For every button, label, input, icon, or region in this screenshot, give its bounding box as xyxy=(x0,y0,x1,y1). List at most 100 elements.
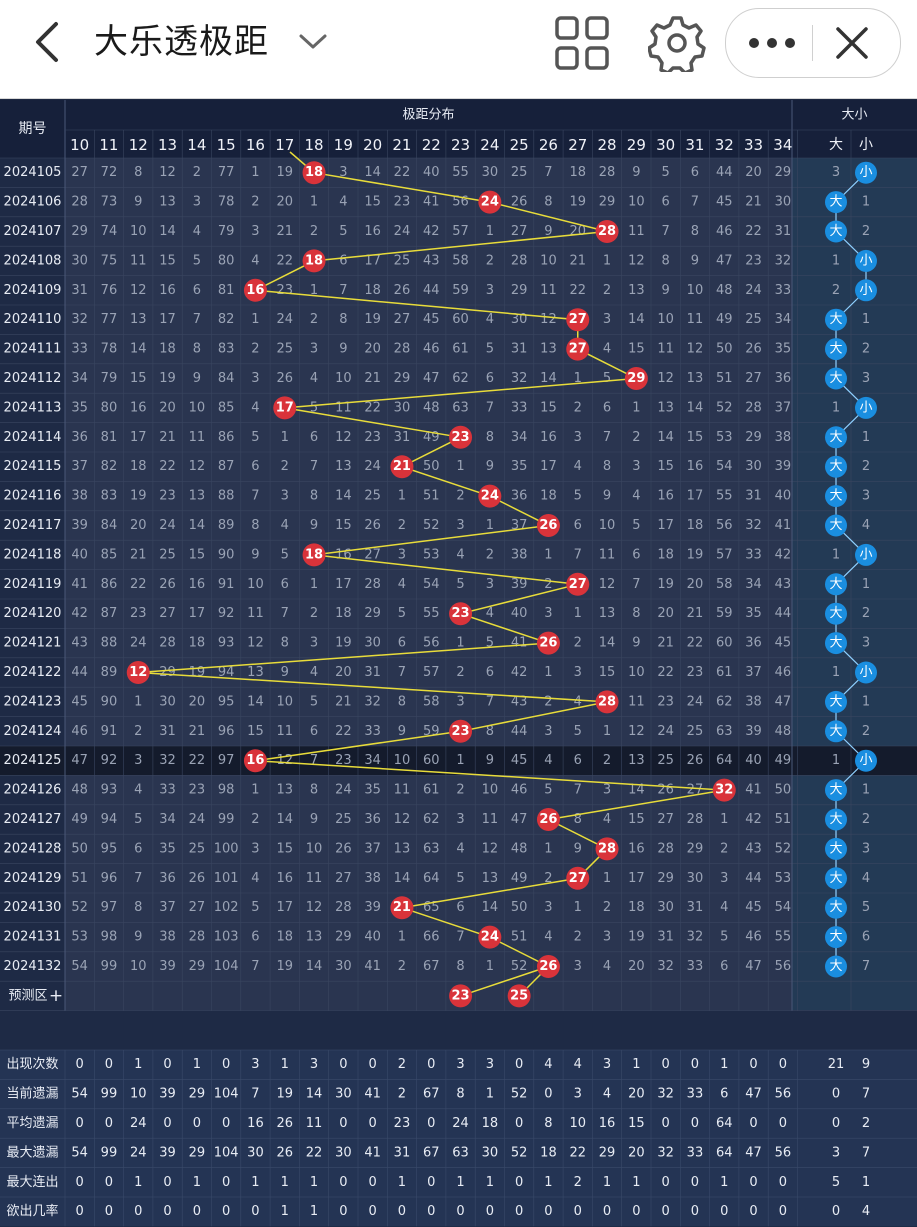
stats-value: 1 xyxy=(603,1175,611,1190)
miss-count: 46 xyxy=(511,783,528,798)
column-header: 17 xyxy=(275,136,294,154)
miss-count: 15 xyxy=(540,400,557,415)
miss-count: 101 xyxy=(214,871,239,886)
miss-count: 25 xyxy=(189,841,206,856)
miss-count: 57 xyxy=(716,547,733,562)
stats-value: 0 xyxy=(691,1204,699,1219)
miss-count: 64 xyxy=(423,871,440,886)
stats-value: 54 xyxy=(71,1087,88,1102)
miss-count: 82 xyxy=(101,459,118,474)
period-label: 2024127 xyxy=(4,812,62,827)
miss-count: 45 xyxy=(511,753,528,768)
forecast-ball-number: 23 xyxy=(452,988,470,1003)
miss-count: 4 xyxy=(398,577,406,592)
stats-value: 1 xyxy=(134,1057,142,1072)
miss-count: 33 xyxy=(159,783,176,798)
period-label: 2024130 xyxy=(4,900,62,915)
miss-count: 66 xyxy=(423,930,440,945)
miss-count: 12 xyxy=(159,165,176,180)
miss-count: 5 xyxy=(574,489,582,504)
stats-value: 0 xyxy=(163,1116,171,1131)
stats-value: 1 xyxy=(281,1204,289,1219)
column-header: 12 xyxy=(129,136,148,154)
miss-count: 13 xyxy=(687,371,704,386)
chevron-down-icon[interactable] xyxy=(298,30,328,54)
miss-count: 24 xyxy=(335,783,352,798)
miss-count: 6 xyxy=(574,518,582,533)
small-miss-count: 2 xyxy=(862,224,870,239)
miss-count: 3 xyxy=(456,694,464,709)
miss-count: 3 xyxy=(544,900,552,915)
miss-count: 63 xyxy=(716,724,733,739)
close-icon[interactable] xyxy=(832,23,872,63)
miss-count: 52 xyxy=(716,400,733,415)
miss-count: 42 xyxy=(511,665,528,680)
miss-count: 28 xyxy=(335,900,352,915)
miss-count: 8 xyxy=(281,636,289,651)
stats-value: 0 xyxy=(222,1204,230,1219)
miss-count: 85 xyxy=(218,400,235,415)
miss-count: 25 xyxy=(511,165,528,180)
miss-count: 32 xyxy=(745,518,762,533)
stats-value: 0 xyxy=(456,1204,464,1219)
miss-count: 16 xyxy=(540,430,557,445)
miss-count: 55 xyxy=(452,165,469,180)
bigsmall-ball-label: 小 xyxy=(859,400,872,415)
miss-count: 1 xyxy=(251,783,259,798)
miss-count: 6 xyxy=(486,665,494,680)
miss-count: 18 xyxy=(130,459,147,474)
grid-icon[interactable] xyxy=(554,15,610,71)
period-label: 2024122 xyxy=(4,665,62,680)
miss-count: 10 xyxy=(306,841,323,856)
miss-count: 37 xyxy=(511,518,528,533)
page-title[interactable]: 大乐透极距 xyxy=(94,14,269,70)
miss-count: 3 xyxy=(486,577,494,592)
miss-count: 91 xyxy=(218,577,235,592)
miss-count: 48 xyxy=(71,783,88,798)
stats-value: 0 xyxy=(222,1175,230,1190)
miss-count: 3 xyxy=(398,547,406,562)
miss-count: 11 xyxy=(540,283,557,298)
stats-value: 1 xyxy=(310,1175,318,1190)
miss-count: 47 xyxy=(71,753,88,768)
back-arrow-icon[interactable] xyxy=(30,20,66,64)
more-dots-icon[interactable] xyxy=(744,29,800,57)
miss-count: 43 xyxy=(423,253,440,268)
stats-value: 14 xyxy=(306,1087,323,1102)
miss-count: 95 xyxy=(101,841,118,856)
miss-count: 27 xyxy=(335,871,352,886)
miss-count: 3 xyxy=(486,283,494,298)
miss-count: 6 xyxy=(398,636,406,651)
miss-count: 44 xyxy=(71,665,88,680)
stats-value: 16 xyxy=(599,1116,616,1131)
period-label: 2024123 xyxy=(4,694,62,709)
miss-count: 6 xyxy=(310,724,318,739)
bigsmall-column-header: 小 xyxy=(859,137,873,153)
miss-count: 51 xyxy=(71,871,88,886)
miss-count: 5 xyxy=(486,636,494,651)
miss-count: 1 xyxy=(603,253,611,268)
miss-count: 48 xyxy=(423,400,440,415)
miss-count: 41 xyxy=(511,636,528,651)
forecast-add-button[interactable]: + xyxy=(49,986,63,1006)
miss-count: 12 xyxy=(540,312,557,327)
miss-count: 8 xyxy=(544,195,552,210)
miss-count: 8 xyxy=(339,312,347,327)
hit-ball-number: 27 xyxy=(569,312,587,327)
stats-value: 31 xyxy=(394,1145,411,1160)
miss-count: 99 xyxy=(218,812,235,827)
stats-value: 0 xyxy=(427,1204,435,1219)
miss-count: 12 xyxy=(628,253,645,268)
miss-count: 40 xyxy=(745,753,762,768)
miss-count: 56 xyxy=(775,959,792,974)
forecast-label: 预测区 xyxy=(8,988,47,1003)
miss-count: 21 xyxy=(335,694,352,709)
miss-count: 1 xyxy=(456,636,464,651)
miss-count: 2 xyxy=(574,930,582,945)
miss-count: 4 xyxy=(603,342,611,357)
miss-count: 1 xyxy=(310,195,318,210)
miss-count: 90 xyxy=(218,547,235,562)
gear-icon[interactable] xyxy=(648,14,706,72)
miss-count: 28 xyxy=(687,812,704,827)
stats-value: 0 xyxy=(427,1175,435,1190)
